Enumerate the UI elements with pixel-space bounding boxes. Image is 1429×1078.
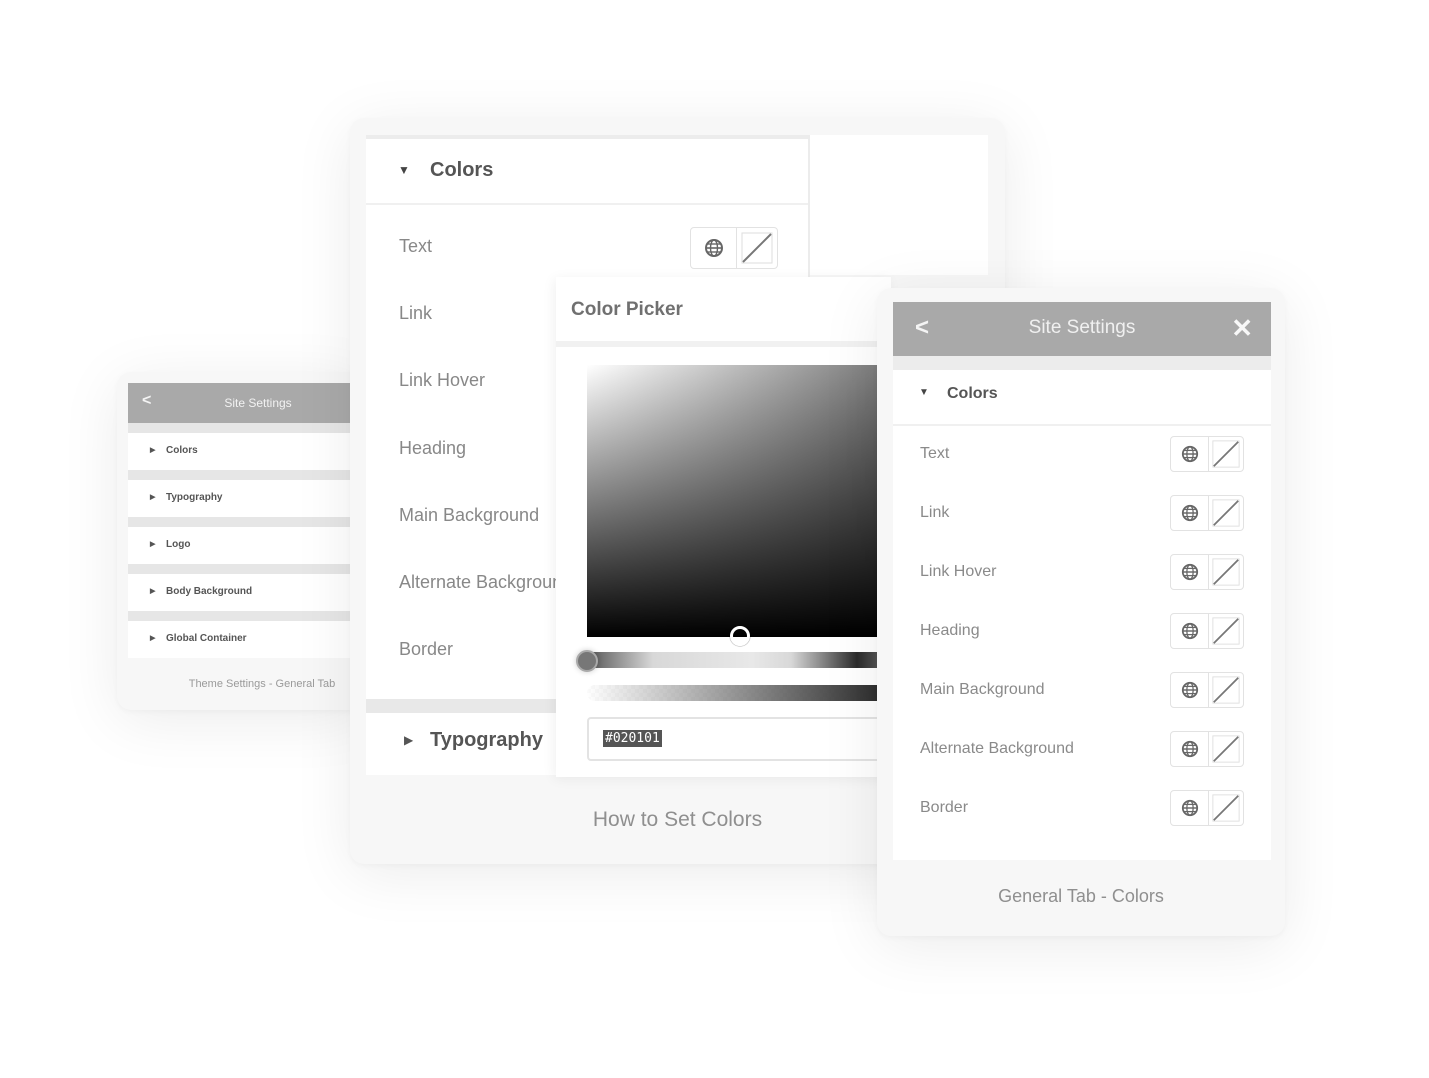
section-item-typography[interactable]: ▶ Typography [128, 480, 368, 517]
color-row-label: Link [399, 303, 433, 323]
color-row-label: Alternate Background [399, 572, 573, 592]
caret-down-icon: ▼ [919, 387, 929, 398]
color-row-label: Heading [920, 622, 980, 639]
section-item-body-background[interactable]: ▶ Body Background [128, 574, 368, 611]
header-title: Site Settings [224, 396, 292, 410]
colors-panel: ▼ Colors Text Link Link Hover Heading Main B… [893, 356, 1271, 860]
color-row-label: Link Hover [920, 563, 997, 580]
section-item-logo[interactable]: ▶ Logo [128, 527, 368, 564]
no-color-swatch-icon[interactable] [1209, 673, 1243, 707]
section-title: Typography [430, 729, 543, 751]
globe-icon[interactable] [1171, 555, 1209, 589]
separator [128, 611, 368, 621]
caret-right-icon: ▶ [150, 541, 156, 548]
color-control [1170, 436, 1244, 472]
caret-right-icon: ▶ [404, 733, 414, 747]
hex-value: #020101 [603, 730, 662, 747]
card-caption: Theme Settings - General Tab [188, 678, 336, 690]
saturation-area[interactable] [587, 365, 887, 637]
section-item-label: Global Container [166, 633, 247, 644]
caret-right-icon: ▶ [150, 447, 156, 454]
globe-icon[interactable] [1171, 437, 1209, 471]
color-picker-popup: Color Picker #020101 [556, 277, 897, 777]
section-title: Colors [947, 385, 998, 402]
color-control [1170, 731, 1244, 767]
theme-settings-card: < Site Settings ▶ Colors ▶ Typography ▶ … [117, 372, 368, 710]
no-color-swatch-icon[interactable] [1209, 614, 1243, 648]
color-row-label: Link Hover [399, 370, 486, 390]
section-item-colors[interactable]: ▶ Colors [128, 433, 368, 470]
hue-slider-handle[interactable] [576, 650, 598, 672]
separator [128, 423, 368, 433]
color-picker-title: Color Picker [571, 299, 683, 320]
color-row-label: Alternate Background [920, 740, 1074, 757]
color-control [1170, 613, 1244, 649]
no-color-swatch-icon[interactable] [1209, 732, 1243, 766]
globe-icon[interactable] [1171, 732, 1209, 766]
color-row-label: Main Background [399, 505, 540, 525]
general-tab-colors-card: < Site Settings ✕ ▼ Colors Text Link Link … [877, 288, 1285, 936]
color-row-label: Text [399, 236, 433, 256]
caret-right-icon: ▶ [150, 635, 156, 642]
caret-down-icon: ▼ [398, 163, 410, 177]
color-row-label: Border [920, 799, 969, 816]
color-control [1170, 790, 1244, 826]
globe-icon[interactable] [1171, 614, 1209, 648]
separator [128, 517, 368, 527]
color-row-label: Border [399, 639, 454, 659]
separator [128, 470, 368, 480]
separator [128, 564, 368, 574]
color-row-label: Main Background [920, 681, 1045, 698]
site-settings-header: < Site Settings ✕ [893, 302, 1271, 356]
color-control [690, 227, 778, 269]
card-caption: General Tab - Colors [998, 886, 1164, 906]
no-color-swatch-icon[interactable] [737, 228, 777, 268]
opacity-slider[interactable] [587, 685, 887, 701]
color-row-label: Text [920, 445, 950, 462]
color-row-label: Link [920, 504, 950, 521]
color-control [1170, 495, 1244, 531]
globe-icon[interactable] [1171, 673, 1209, 707]
saturation-handle[interactable] [730, 626, 750, 646]
colors-section-header[interactable]: ▼ Colors [893, 370, 1271, 426]
no-color-swatch-icon[interactable] [1209, 437, 1243, 471]
caret-right-icon: ▶ [150, 494, 156, 501]
section-item-global-container[interactable]: ▶ Global Container [128, 621, 368, 658]
colors-section-header[interactable]: ▼ Colors [366, 139, 808, 205]
close-icon[interactable]: ✕ [1231, 313, 1253, 344]
section-item-label: Body Background [166, 586, 253, 597]
section-item-label: Logo [166, 539, 191, 550]
header-title: Site Settings [1028, 317, 1136, 338]
no-color-swatch-icon[interactable] [1209, 791, 1243, 825]
caret-right-icon: ▶ [150, 588, 156, 595]
hue-slider[interactable] [587, 652, 887, 668]
globe-icon[interactable] [1171, 791, 1209, 825]
section-item-label: Typography [166, 492, 223, 503]
color-control [1170, 672, 1244, 708]
separator [556, 341, 891, 347]
panel-background [810, 135, 988, 275]
section-item-label: Colors [166, 445, 198, 456]
hex-color-input[interactable]: #020101 [587, 717, 897, 761]
settings-section-list: ▶ Colors ▶ Typography ▶ Logo ▶ Body Back… [128, 423, 368, 658]
globe-icon[interactable] [1171, 496, 1209, 530]
no-color-swatch-icon[interactable] [1209, 555, 1243, 589]
globe-icon[interactable] [691, 228, 737, 268]
site-settings-header: < Site Settings [128, 383, 368, 423]
no-color-swatch-icon[interactable] [1209, 496, 1243, 530]
color-control [1170, 554, 1244, 590]
section-title: Colors [430, 159, 494, 181]
color-row-label: Heading [399, 438, 467, 458]
